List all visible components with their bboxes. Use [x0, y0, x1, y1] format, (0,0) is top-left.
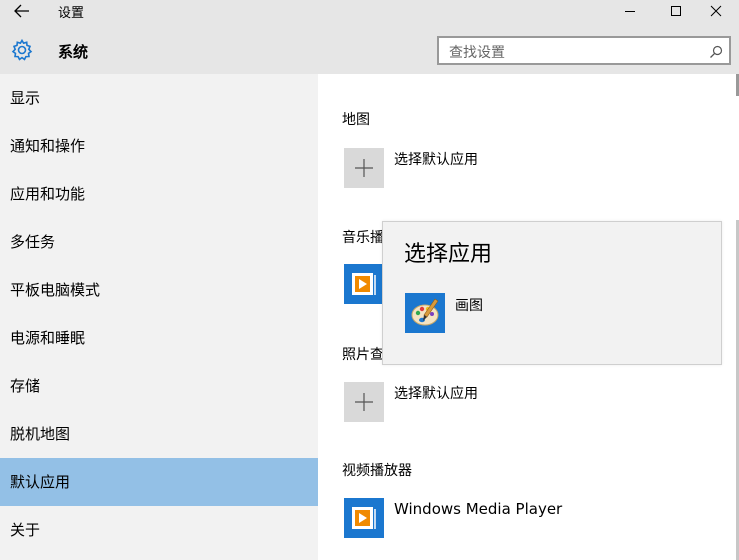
sidebar: 显示 通知和操作 应用和功能 多任务 平板电脑模式 电源和睡眠 存储 脱机地图 … — [0, 74, 318, 560]
section-label-music: 音乐播 — [342, 230, 384, 246]
sidebar-item-notifications[interactable]: 通知和操作 — [0, 122, 318, 170]
plus-icon — [355, 159, 373, 177]
choose-app-flyout: 选择应用 画图 — [382, 221, 722, 365]
sidebar-item-display[interactable]: 显示 — [0, 74, 318, 122]
windows-media-player-icon — [352, 507, 376, 529]
back-arrow-icon[interactable] — [13, 3, 31, 19]
sidebar-item-apps-features[interactable]: 应用和功能 — [0, 170, 318, 218]
maps-default-app-label[interactable]: 选择默认应用 — [394, 149, 478, 169]
title-bar: 设置 — [0, 0, 739, 22]
search-icon[interactable] — [709, 44, 723, 58]
section-label-photos: 照片查 — [342, 347, 384, 363]
page-title: 系统 — [58, 43, 89, 61]
minimize-icon — [625, 11, 635, 12]
video-default-app-button[interactable] — [344, 498, 384, 538]
photos-default-app-label[interactable]: 选择默认应用 — [394, 383, 478, 403]
paint-icon — [411, 298, 439, 326]
flyout-title: 选择应用 — [404, 242, 493, 267]
window-title: 设置 — [58, 6, 85, 21]
maps-default-app-button[interactable] — [344, 148, 384, 188]
sidebar-item-storage[interactable]: 存储 — [0, 362, 318, 410]
section-label-maps: 地图 — [342, 112, 370, 128]
windows-media-player-icon — [352, 273, 376, 295]
photos-default-app-button[interactable] — [344, 382, 384, 422]
minimize-button[interactable] — [607, 0, 653, 22]
search-input[interactable]: 查找设置 — [437, 36, 731, 65]
header: 系统 查找设置 — [0, 22, 739, 74]
scrollbar[interactable] — [733, 74, 739, 560]
sidebar-item-multitasking[interactable]: 多任务 — [0, 218, 318, 266]
paint-app-tile[interactable] — [405, 293, 445, 333]
sidebar-item-tablet-mode[interactable]: 平板电脑模式 — [0, 266, 318, 314]
paint-app-label[interactable]: 画图 — [455, 295, 483, 315]
close-icon — [710, 5, 722, 17]
music-default-app-button[interactable] — [344, 264, 384, 304]
maximize-icon — [671, 6, 681, 16]
plus-icon — [355, 393, 373, 411]
section-label-video: 视频播放器 — [342, 463, 412, 479]
sidebar-item-about[interactable]: 关于 — [0, 506, 318, 554]
search-placeholder: 查找设置 — [449, 45, 505, 61]
sidebar-item-offline-maps[interactable]: 脱机地图 — [0, 410, 318, 458]
sidebar-item-default-apps[interactable]: 默认应用 — [0, 458, 318, 506]
close-button[interactable] — [693, 0, 739, 22]
video-default-app-label[interactable]: Windows Media Player — [394, 500, 562, 518]
sidebar-item-power-sleep[interactable]: 电源和睡眠 — [0, 314, 318, 362]
gear-icon — [10, 38, 34, 62]
